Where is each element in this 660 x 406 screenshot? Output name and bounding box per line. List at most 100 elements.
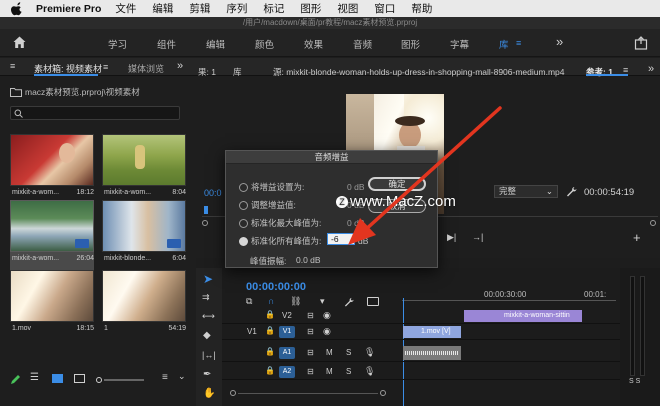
menu-file[interactable]: 文件 bbox=[115, 1, 136, 16]
scroll-handle[interactable] bbox=[202, 220, 208, 226]
sort-icon[interactable]: ≡ bbox=[162, 372, 168, 383]
clip-item[interactable]: mixkit-blonde... 6:04 bbox=[102, 200, 186, 262]
freeform-view-icon[interactable] bbox=[74, 374, 85, 383]
workspace-editing[interactable]: 编辑 bbox=[206, 37, 225, 51]
track-target-v1[interactable]: V1 bbox=[279, 326, 295, 338]
home-icon[interactable] bbox=[12, 35, 27, 50]
radio-button[interactable] bbox=[239, 182, 248, 192]
eye-icon[interactable]: ◉ bbox=[323, 310, 331, 321]
razor-tool-icon[interactable]: ◆ bbox=[203, 330, 211, 341]
pen-tool-icon[interactable]: ✒ bbox=[203, 369, 211, 380]
sync-lock-icon[interactable]: ⊟ bbox=[307, 348, 314, 357]
option-adjust-gain[interactable]: 调整增益值: 0 dB bbox=[239, 199, 365, 211]
chevrons-right-icon[interactable]: » bbox=[556, 34, 563, 49]
mute-button[interactable]: M bbox=[326, 367, 333, 376]
timeline-clip-v1[interactable]: 1.mov [V] bbox=[403, 326, 461, 338]
ripple-edit-tool-icon[interactable]: ⟷ bbox=[202, 311, 215, 322]
mute-button[interactable]: M bbox=[326, 348, 333, 357]
source-patch-label[interactable]: V1 bbox=[247, 327, 257, 336]
clip-thumbnail[interactable] bbox=[102, 200, 186, 252]
workspace-learn[interactable]: 学习 bbox=[108, 37, 127, 51]
linked-selection-icon[interactable]: ⛓ bbox=[290, 296, 301, 307]
clip-item-selected[interactable]: mixkit-a-wom... 26:04 bbox=[10, 200, 94, 270]
clip-item[interactable]: mixkit-a-wom... 8:04 bbox=[102, 134, 186, 196]
chevrons-right-icon[interactable]: » bbox=[177, 60, 183, 72]
track-target-a2[interactable]: A2 bbox=[279, 366, 295, 378]
list-view-icon[interactable]: ☰ bbox=[30, 372, 39, 383]
clip-item[interactable]: mixkit-a-wom... 18:12 bbox=[10, 134, 94, 196]
snap-icon[interactable]: ∩ bbox=[268, 296, 274, 306]
workspace-audio[interactable]: 音频 bbox=[353, 37, 372, 51]
captions-icon[interactable] bbox=[367, 297, 379, 306]
clip-item[interactable]: 1 54:19 bbox=[102, 270, 186, 332]
scroll-handle[interactable] bbox=[230, 390, 236, 396]
lock-icon[interactable]: 🔒 bbox=[265, 347, 275, 356]
menu-clip[interactable]: 剪辑 bbox=[189, 1, 210, 16]
menu-view[interactable]: 视图 bbox=[337, 1, 358, 16]
track-select-tool-icon[interactable]: ⇉ bbox=[202, 292, 210, 303]
reference-tab[interactable]: 参考: 1 bbox=[586, 66, 613, 78]
add-button-icon[interactable]: + bbox=[633, 230, 641, 245]
selection-tool-icon[interactable]: ➤ bbox=[203, 272, 213, 286]
menu-help[interactable]: 帮助 bbox=[411, 1, 432, 16]
chevron-down-icon[interactable]: ⌄ bbox=[178, 371, 186, 382]
app-menu[interactable]: Premiere Pro bbox=[36, 3, 101, 15]
hand-tool-icon[interactable]: ✋ bbox=[203, 388, 215, 399]
libraries-tab[interactable]: 库 bbox=[233, 66, 242, 78]
apple-icon[interactable] bbox=[10, 1, 24, 16]
menu-marker[interactable]: 标记 bbox=[263, 1, 284, 16]
clip-thumbnail[interactable] bbox=[102, 270, 186, 322]
marker-icon[interactable]: ▾ bbox=[320, 296, 325, 307]
scroll-handle[interactable] bbox=[650, 220, 656, 226]
workspace-graphics[interactable]: 图形 bbox=[401, 37, 420, 51]
time-ruler[interactable] bbox=[402, 300, 616, 301]
menu-sequence[interactable]: 序列 bbox=[226, 1, 247, 16]
source-timecode[interactable]: 00:0 bbox=[204, 188, 222, 198]
sync-lock-icon[interactable]: ⊟ bbox=[307, 311, 314, 320]
radio-button[interactable] bbox=[239, 200, 248, 210]
tab-media-browser[interactable]: 媒体浏览 bbox=[128, 62, 164, 75]
eye-icon[interactable]: ◉ bbox=[323, 326, 331, 337]
wrench-icon[interactable] bbox=[344, 297, 354, 307]
icon-view-icon[interactable] bbox=[52, 374, 63, 383]
zoom-slider[interactable] bbox=[104, 379, 144, 381]
lock-icon[interactable]: 🔒 bbox=[265, 326, 275, 335]
lock-icon[interactable]: 🔒 bbox=[265, 310, 275, 319]
panel-menu-icon[interactable]: ≡ bbox=[10, 61, 15, 71]
timeline-clip-v2[interactable]: mixkit-a-woman-sittin bbox=[464, 310, 582, 322]
option-set-gain[interactable]: 将增益设置为: 0 dB bbox=[239, 181, 365, 193]
menu-window[interactable]: 窗口 bbox=[374, 1, 395, 16]
wrench-icon[interactable] bbox=[566, 186, 577, 197]
menu-graphics[interactable]: 图形 bbox=[300, 1, 321, 16]
option-normalize-max[interactable]: 标准化最大峰值为: 0 dB bbox=[239, 217, 365, 229]
workspace-color[interactable]: 颜色 bbox=[255, 37, 274, 51]
playhead-marker[interactable] bbox=[204, 206, 208, 214]
microphone-icon[interactable]: 🎙 bbox=[364, 366, 375, 377]
nest-icon[interactable]: ⧉ bbox=[246, 296, 252, 307]
clip-thumbnail[interactable] bbox=[10, 270, 94, 322]
panel-menu-icon[interactable]: ≡ bbox=[103, 62, 108, 72]
track-target-a1[interactable]: A1 bbox=[279, 347, 295, 359]
option-normalize-all[interactable]: 标准化所有峰值为: -6 dB bbox=[239, 233, 368, 247]
zoom-out-icon[interactable] bbox=[96, 377, 102, 383]
horizontal-scrollbar[interactable] bbox=[238, 393, 378, 394]
slip-tool-icon[interactable]: |↔| bbox=[202, 350, 216, 360]
timeline-timecode[interactable]: 00:00:00:00 bbox=[246, 281, 306, 293]
clip-thumbnail[interactable] bbox=[10, 134, 94, 186]
scroll-handle[interactable] bbox=[380, 390, 386, 396]
radio-button-selected[interactable] bbox=[239, 236, 248, 246]
chevrons-right-icon[interactable]: » bbox=[648, 63, 654, 75]
export-icon[interactable] bbox=[634, 36, 648, 50]
radio-button[interactable] bbox=[239, 218, 248, 228]
hamburger-icon[interactable]: ≡ bbox=[516, 38, 521, 48]
workspace-effects[interactable]: 效果 bbox=[304, 37, 323, 51]
meter-solo-labels[interactable]: S S bbox=[629, 378, 640, 385]
source-title[interactable]: 源: mixkit-blonde-woman-holds-up-dress-in… bbox=[273, 66, 564, 78]
sync-lock-icon[interactable]: ⊟ bbox=[307, 367, 314, 376]
menu-edit[interactable]: 编辑 bbox=[152, 1, 173, 16]
lock-icon[interactable]: 🔒 bbox=[265, 366, 275, 375]
solo-button[interactable]: S bbox=[346, 367, 351, 376]
workspace-captions[interactable]: 字幕 bbox=[450, 37, 469, 51]
search-input[interactable] bbox=[10, 106, 180, 120]
timeline-clip-a1[interactable] bbox=[403, 346, 461, 360]
